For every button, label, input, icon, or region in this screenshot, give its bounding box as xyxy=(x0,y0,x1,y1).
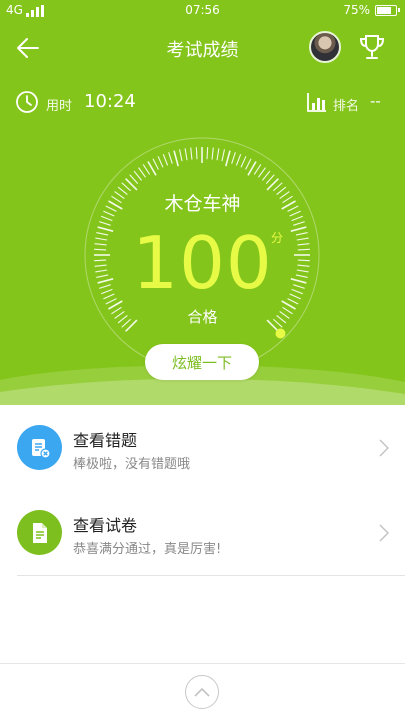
exam-paper-icon xyxy=(17,510,62,555)
time-value: 10:24 xyxy=(84,91,136,112)
dial-tick xyxy=(265,174,275,185)
user-name: 木仓车神 xyxy=(164,193,241,215)
dial-tick xyxy=(221,149,225,162)
time-label: 用时 xyxy=(46,99,73,114)
dial-tick xyxy=(190,147,193,160)
item-title: 查看试卷 xyxy=(73,516,138,535)
dial-tick xyxy=(195,147,198,160)
chevron-up-icon xyxy=(194,687,210,697)
share-button[interactable]: 炫耀一下 xyxy=(145,344,259,380)
dial-tick xyxy=(184,148,188,161)
scroll-up-button[interactable] xyxy=(185,675,219,709)
action-list: 查看错题 棒极啦，没有错题哦 查看试卷 恭喜满分通过，真是厉害! xyxy=(0,405,405,576)
dial-tick xyxy=(152,158,159,170)
bar-chart-icon xyxy=(307,93,326,112)
dial-tick xyxy=(162,153,169,166)
dial-tick xyxy=(245,158,252,170)
header-panel: 4G 07:56 75% 考试成绩 用时 10:24 排名 -- 木仓车神 10… xyxy=(0,0,405,405)
rank-value: -- xyxy=(370,92,381,110)
dial-tick xyxy=(133,170,143,181)
navigation-bar: 考试成绩 xyxy=(0,26,405,70)
dial-tick xyxy=(240,156,247,168)
dial-tick xyxy=(225,150,231,167)
dial-tick xyxy=(168,152,173,164)
battery-percent: 75% xyxy=(343,3,370,17)
dial-tick xyxy=(129,174,139,185)
dial-tick xyxy=(253,164,262,175)
battery-indicator: 75% xyxy=(343,3,400,17)
pass-status: 合格 xyxy=(187,308,218,326)
dial-tick xyxy=(173,150,179,167)
item-title: 查看错题 xyxy=(73,431,138,450)
dial-tick xyxy=(142,164,151,175)
dial-tick xyxy=(231,152,236,164)
dial-tick xyxy=(179,149,183,162)
clock-icon xyxy=(16,91,38,113)
battery-icon xyxy=(375,4,400,16)
info-bar: 用时 10:24 排名 -- xyxy=(0,88,405,116)
dial-tick xyxy=(216,148,220,161)
chevron-right-icon xyxy=(379,524,389,542)
dial-tick xyxy=(257,167,266,178)
status-bar: 4G 07:56 75% xyxy=(0,0,405,22)
page-title: 考试成绩 xyxy=(166,40,239,61)
bottom-bar xyxy=(0,663,405,720)
dial-tick xyxy=(211,147,214,160)
score-value: 100 xyxy=(132,221,273,305)
item-desc: 棒极啦，没有错题哦 xyxy=(73,457,191,472)
dial-tick xyxy=(138,167,147,178)
rank-label: 排名 xyxy=(333,99,360,114)
dial-marker xyxy=(275,328,286,339)
dial-tick xyxy=(235,153,242,166)
dial-tick xyxy=(157,156,164,168)
avatar[interactable] xyxy=(309,31,341,63)
list-item-exam-paper[interactable]: 查看试卷 恭喜满分通过，真是厉害! xyxy=(0,490,405,575)
divider xyxy=(17,575,405,576)
chevron-right-icon xyxy=(379,439,389,457)
trophy-icon[interactable] xyxy=(357,32,387,62)
dial-tick xyxy=(261,170,271,181)
item-desc: 恭喜满分通过，真是厉害! xyxy=(73,542,222,557)
score-unit: 分 xyxy=(271,231,284,245)
wrong-question-icon xyxy=(17,425,62,470)
dial-tick xyxy=(206,147,209,160)
list-item-wrong-questions[interactable]: 查看错题 棒极啦，没有错题哦 xyxy=(0,405,405,490)
